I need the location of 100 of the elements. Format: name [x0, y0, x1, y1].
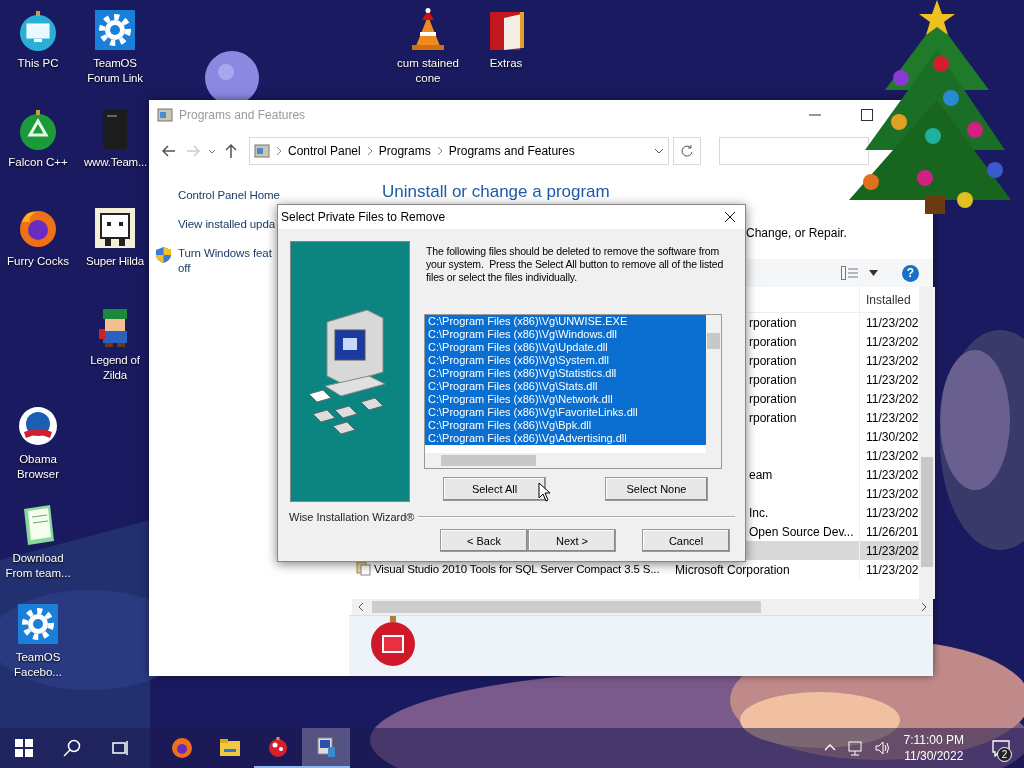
- pixel-dog-icon[interactable]: [93, 206, 137, 250]
- action-center-button[interactable]: 2: [978, 728, 1024, 768]
- table-cell: rporation: [749, 353, 797, 368]
- list-item[interactable]: C:\Program Files (x86)\Vg\Advertising.dll: [425, 432, 707, 445]
- breadcrumb-item[interactable]: Programs and Features: [448, 144, 575, 158]
- list-item[interactable]: C:\Program Files (x86)\Vg\Bpk.dll: [425, 419, 707, 432]
- instructions-text: The following files should be deleted to remove the software from your system. Press the Select All button to remove all of the listed files or select the files individually.: [426, 245, 725, 284]
- shield-icon: [155, 246, 172, 264]
- wizard-button[interactable]: Cancel: [642, 529, 730, 552]
- page-heading: Uninstall or change a program: [382, 182, 610, 202]
- desktop-icon-label[interactable]: Furry Cocks: [7, 254, 69, 269]
- table-cell: 11/30/202: [866, 429, 919, 444]
- breadcrumb-chevron-icon: [436, 146, 443, 156]
- desktop-icon-label[interactable]: cum stained cone: [390, 56, 466, 86]
- desktop-icon-label[interactable]: Super Hilda: [86, 254, 144, 269]
- dropdown-arrow-icon[interactable]: [869, 270, 878, 276]
- list-item[interactable]: C:\Program Files (x86)\Vg\Network.dll: [425, 393, 707, 406]
- desktop-icon-label[interactable]: Legend of Zilda: [84, 353, 146, 383]
- control-panel-icon: [157, 107, 173, 123]
- table-cell: 11/26/201: [866, 524, 919, 539]
- table-cell: eam: [749, 467, 773, 482]
- desktop-icon-label[interactable]: This PC: [17, 56, 59, 71]
- list-item[interactable]: C:\Program Files (x86)\Vg\Statistics.dll: [425, 367, 707, 380]
- volume-icon[interactable]: [873, 740, 890, 756]
- table-cell: 11/23/202: [866, 391, 919, 406]
- instructions-text: Change, or Repair.: [746, 226, 848, 241]
- refresh-button[interactable]: [673, 137, 701, 165]
- gear-icon[interactable]: [93, 8, 137, 52]
- gear-icon[interactable]: [16, 602, 60, 646]
- table-cell: 11/23/202: [866, 486, 919, 501]
- horizontal-scrollbar[interactable]: [352, 599, 933, 615]
- search-field[interactable]: [719, 137, 869, 165]
- address-bar[interactable]: Control Panel Programs Programs and Features: [249, 137, 669, 165]
- clock[interactable]: 7:11:00 PM 11/30/2022: [899, 732, 968, 764]
- installer-icon: [314, 735, 338, 759]
- table-cell: 11/23/202: [866, 543, 919, 558]
- table-cell: 11/23/202: [866, 315, 919, 330]
- breadcrumb-chevron-icon: [276, 146, 282, 156]
- table-cell: 11/23/202: [866, 467, 919, 482]
- desktop-icon-label[interactable]: Falcon C++: [8, 155, 68, 170]
- taskbar-app-button[interactable]: [302, 728, 350, 768]
- sidebar-link[interactable]: Turn Windows feat off: [178, 246, 272, 276]
- desktop-icon-label[interactable]: TeamOS Facebo...: [0, 650, 76, 680]
- desktop-icon-label[interactable]: Obama Browser: [0, 452, 76, 482]
- wizard-button[interactable]: Next >: [528, 529, 616, 552]
- table-cell: 11/23/202: [866, 353, 919, 368]
- chevron-down-icon[interactable]: [654, 146, 664, 156]
- scroll-right-icon[interactable]: [921, 602, 927, 612]
- table-cell: Inc.: [749, 505, 769, 520]
- file-list[interactable]: [424, 314, 722, 469]
- sidebar-link[interactable]: Control Panel Home: [155, 188, 349, 203]
- network-icon[interactable]: [847, 740, 864, 756]
- help-button[interactable]: ?: [902, 264, 919, 282]
- desktop-icon-label[interactable]: www.Team...: [84, 155, 146, 170]
- table-cell: 11/23/202: [866, 505, 919, 520]
- close-icon: [724, 211, 736, 223]
- wizard-button[interactable]: < Back: [440, 529, 528, 552]
- table-cell: rporation: [749, 372, 797, 387]
- windows-logo-icon: [15, 739, 33, 757]
- table-cell: 11/23/202: [866, 448, 919, 463]
- program-icon: [356, 561, 371, 576]
- table-cell: 11/23/202: [866, 334, 919, 349]
- scroll-left-icon[interactable]: [358, 602, 364, 612]
- select-button[interactable]: Select All: [443, 477, 546, 501]
- desktop-icon-label[interactable]: Extras: [489, 56, 523, 71]
- table-cell: rporation: [749, 391, 797, 406]
- table-cell: rporation: [749, 410, 797, 425]
- list-item[interactable]: C:\Program Files (x86)\Vg\Update.dll: [425, 341, 707, 354]
- table-cell: 11/23/202: [866, 410, 919, 425]
- table-cell: Open Source Dev...: [749, 524, 854, 539]
- table-cell: Visual Studio 2010 Tools for SQL Server Compact 3.5 S...: [356, 561, 660, 576]
- maximize-icon[interactable]: [861, 109, 873, 121]
- desktop-icon-label[interactable]: TeamOS Forum Link: [84, 56, 146, 86]
- search-icon: [63, 739, 81, 757]
- speech-bubble-icon: [992, 739, 1010, 757]
- list-vertical-scrollbar[interactable]: [706, 315, 721, 453]
- list-item[interactable]: C:\Program Files (x86)\Vg\System.dll: [425, 354, 707, 367]
- list-item[interactable]: C:\Program Files (x86)\Vg\UNWISE.EXE: [425, 315, 707, 328]
- table-cell: 11/23/202: [866, 372, 919, 387]
- list-item[interactable]: C:\Program Files (x86)\Vg\Stats.dll: [425, 380, 707, 393]
- view-options-icon[interactable]: [841, 266, 859, 280]
- control-panel-icon: [254, 143, 270, 159]
- breadcrumb-item[interactable]: Programs: [378, 144, 431, 158]
- mouse-cursor-icon: [538, 482, 550, 502]
- select-button[interactable]: Select None: [605, 477, 708, 501]
- list-horizontal-scrollbar[interactable]: [425, 453, 721, 468]
- brand-label: Wise Installation Wizard®: [289, 511, 415, 523]
- table-cell: Microsoft Corporation: [675, 562, 790, 577]
- ornament-icon: [266, 735, 290, 759]
- list-item[interactable]: C:\Program Files (x86)\Vg\Windows.dll: [425, 328, 707, 341]
- table-cell: rporation: [749, 315, 797, 330]
- window-title: Programs and Features: [179, 108, 306, 122]
- desktop-icon-label[interactable]: Download From team...: [0, 551, 76, 581]
- circle-logo-icon[interactable]: [16, 404, 60, 448]
- list-item[interactable]: C:\Program Files (x86)\Vg\FavoriteLinks.dll: [425, 406, 707, 419]
- task-view-icon: [111, 739, 129, 757]
- breadcrumb-item[interactable]: Control Panel: [288, 144, 361, 158]
- browser-icon: [170, 736, 194, 760]
- refresh-icon: [680, 144, 694, 158]
- column-header[interactable]: Installed: [866, 292, 911, 307]
